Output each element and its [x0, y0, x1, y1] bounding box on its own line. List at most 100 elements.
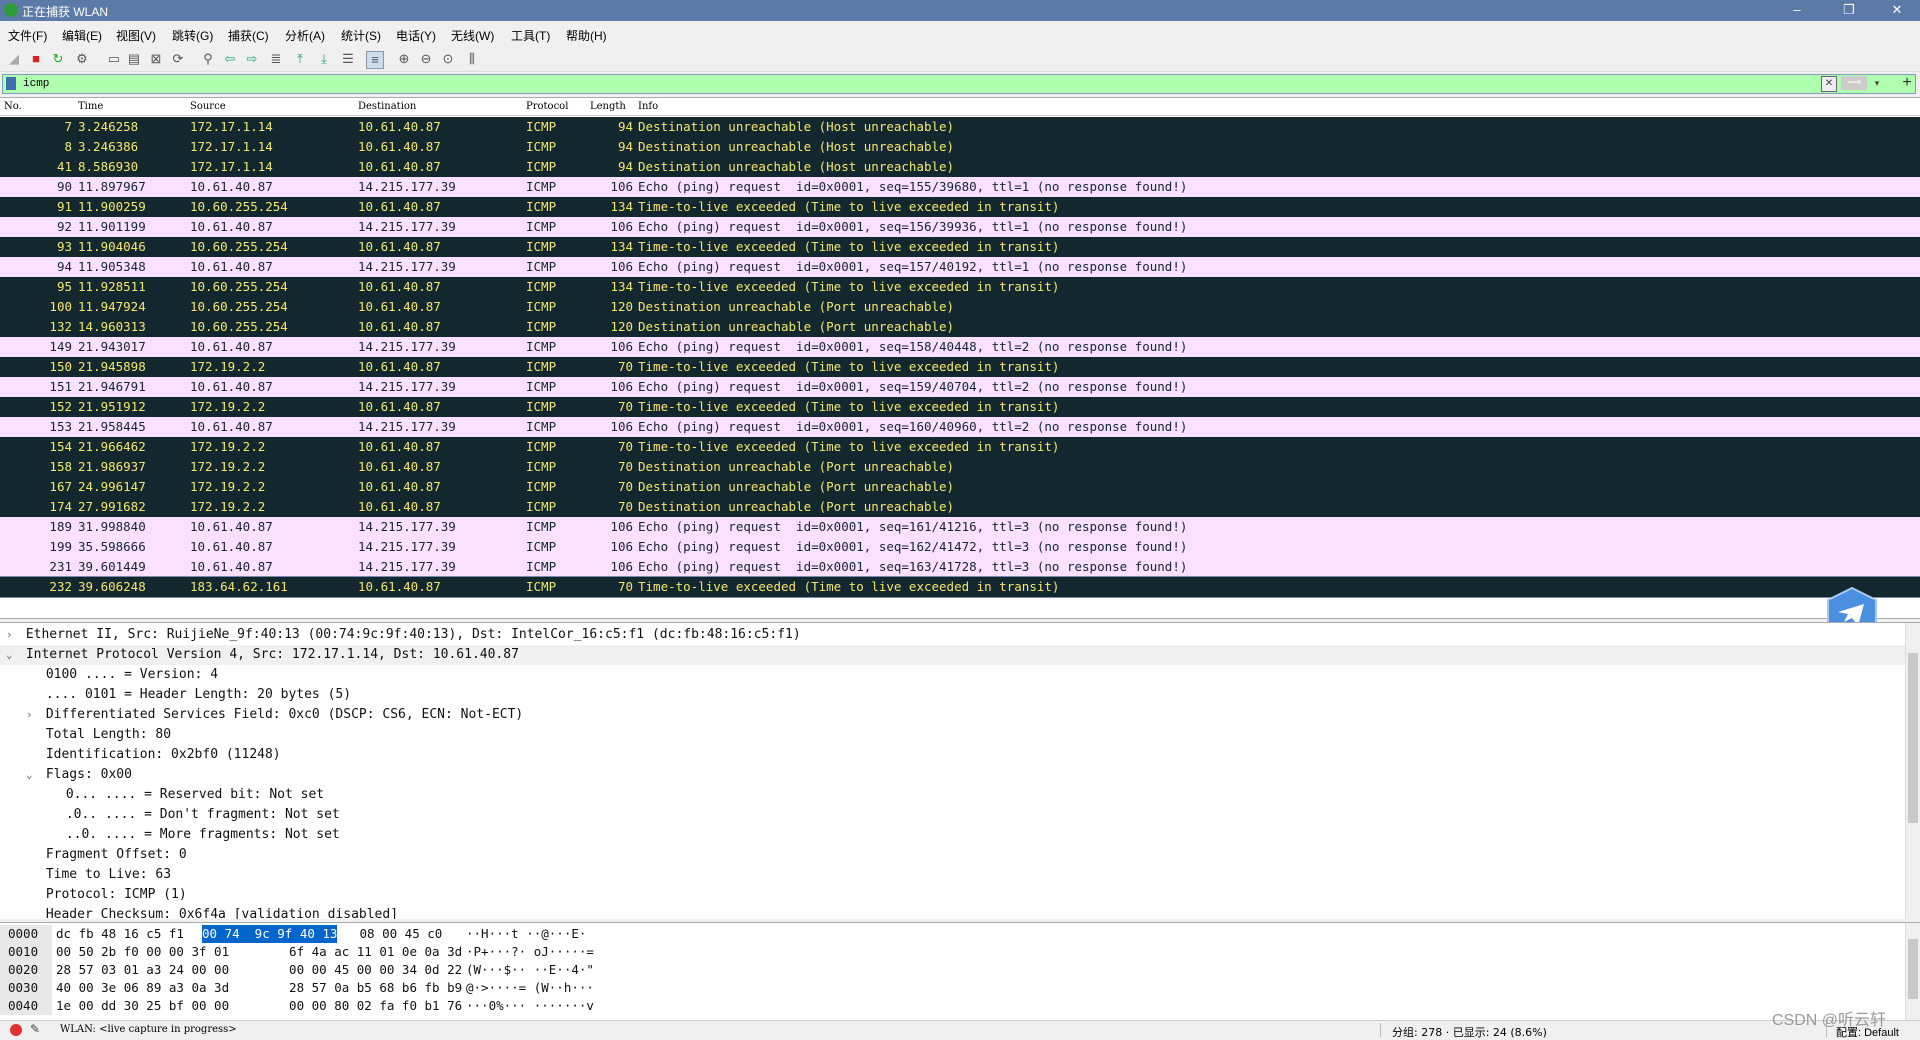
menu-tools[interactable]: 工具(T)	[511, 27, 550, 44]
find-packet-icon[interactable]: ⚲	[200, 51, 216, 67]
menu-capture[interactable]: 捕获(C)	[228, 27, 269, 44]
detail-tree-item[interactable]: Identification: 0x2bf0 (11248)	[0, 745, 281, 765]
detail-tree-item[interactable]: Total Length: 80	[0, 725, 171, 745]
menu-analyze[interactable]: 分析(A)	[285, 27, 325, 44]
column-header-protocol[interactable]: Protocol	[526, 101, 568, 112]
detail-tree-item[interactable]: ⌄ Internet Protocol Version 4, Src: 172.…	[0, 645, 1906, 665]
packet-row[interactable]: 132 14.960313 10.60.255.254 10.61.40.87 ICMP…	[0, 317, 1920, 337]
details-scrollbar[interactable]	[1905, 623, 1920, 919]
detail-tree-item[interactable]: › Ethernet II, Src: RuijieNe_9f:40:13 (0…	[0, 625, 801, 645]
detail-tree-item[interactable]: ⌄ Flags: 0x00	[0, 765, 132, 785]
packet-row[interactable]: 231 39.601449 10.61.40.87 14.215.177.39 ICMP…	[0, 557, 1920, 577]
shark-fin-icon[interactable]: ◢	[6, 51, 22, 67]
packet-row[interactable]: 41 8.586930 172.17.1.14 10.61.40.87 ICMP 94 De…	[0, 157, 1920, 177]
column-header-destination[interactable]: Destination	[358, 101, 416, 112]
resize-columns-icon[interactable]: ⫼	[464, 51, 480, 67]
packet-length: 70	[617, 579, 633, 594]
go-first-icon[interactable]: ⤒	[292, 51, 308, 67]
menu-help[interactable]: 帮助(H)	[566, 27, 607, 44]
auto-scroll-icon[interactable]: ☰	[340, 51, 356, 67]
add-filter-button-icon[interactable]: +	[1897, 73, 1917, 93]
detail-tree-item[interactable]: Fragment Offset: 0	[0, 845, 187, 865]
packet-row[interactable]: 93 11.904046 10.60.255.254 10.61.40.87 ICMP 1…	[0, 237, 1920, 257]
menu-statistics[interactable]: 统计(S)	[341, 27, 381, 44]
menu-telephony[interactable]: 电话(Y)	[396, 27, 436, 44]
expand-arrow-icon[interactable]: ›	[26, 705, 38, 725]
column-header-length[interactable]: Length	[590, 101, 626, 112]
packet-row[interactable]: 199 35.598666 10.61.40.87 14.215.177.39 ICMP…	[0, 537, 1920, 557]
edit-comment-icon[interactable]: ✎	[30, 1022, 40, 1036]
zoom-in-icon[interactable]: ⊕	[396, 51, 412, 67]
packet-row[interactable]: 189 31.998840 10.61.40.87 14.215.177.39 ICMP…	[0, 517, 1920, 537]
detail-tree-item[interactable]: 0100 .... = Version: 4	[0, 665, 218, 685]
column-header-info[interactable]: Info	[638, 101, 658, 112]
detail-tree-item[interactable]: Time to Live: 63	[0, 865, 171, 885]
packet-row[interactable]: 150 21.945898 172.19.2.2 10.61.40.87 ICMP 70 T…	[0, 357, 1920, 377]
packet-row[interactable]: 94 11.905348 10.61.40.87 14.215.177.39 ICMP 1…	[0, 257, 1920, 277]
packet-row[interactable]: 151 21.946791 10.61.40.87 14.215.177.39 ICMP…	[0, 377, 1920, 397]
menu-edit[interactable]: 编辑(E)	[62, 27, 102, 44]
column-header-source[interactable]: Source	[190, 101, 226, 112]
packet-row[interactable]: 92 11.901199 10.61.40.87 14.215.177.39 ICMP 1…	[0, 217, 1920, 237]
expand-arrow-icon[interactable]: ›	[6, 625, 18, 645]
capture-options-icon[interactable]: ⚙	[74, 51, 90, 67]
hex-row[interactable]: 0010 00 50 2b f0 00 00 3f 01 6f 4a ac 11 …	[0, 943, 1900, 961]
clear-filter-icon[interactable]: ✕	[1821, 76, 1837, 92]
packet-row[interactable]: 7 3.246258 172.17.1.14 10.61.40.87 ICMP 94 Des…	[0, 117, 1920, 137]
go-back-icon[interactable]: ⇦	[222, 51, 238, 67]
packet-row[interactable]: 152 21.951912 172.19.2.2 10.61.40.87 ICMP 70 T…	[0, 397, 1920, 417]
display-filter-input[interactable]	[23, 75, 1823, 92]
column-header-no[interactable]: No.	[4, 101, 22, 112]
hex-row[interactable]: 0040 1e 00 dd 30 25 bf 00 00 00 00 80 02 …	[0, 997, 1900, 1015]
menu-wireless[interactable]: 无线(W)	[451, 27, 494, 44]
packet-row[interactable]: 8 3.246386 172.17.1.14 10.61.40.87 ICMP 94 Des…	[0, 137, 1920, 157]
maximize-button[interactable]: ❐	[1826, 0, 1872, 21]
bytes-scrollbar[interactable]	[1905, 923, 1920, 1021]
detail-tree-item[interactable]: .... 0101 = Header Length: 20 bytes (5)	[0, 685, 351, 705]
detail-tree-item[interactable]: › Differentiated Services Field: 0xc0 (D…	[0, 705, 523, 725]
packet-row[interactable]: 232 39.606248 183.64.62.161 10.61.40.87 ICMP…	[0, 576, 1920, 598]
reload-icon[interactable]: ⟳	[170, 51, 186, 67]
packet-row[interactable]: 90 11.897967 10.61.40.87 14.215.177.39 ICMP 1…	[0, 177, 1920, 197]
detail-tree-item[interactable]: Header Checksum: 0x6f4a [validation disa…	[0, 905, 398, 919]
packet-row[interactable]: 158 21.986937 172.19.2.2 10.61.40.87 ICMP 70 D…	[0, 457, 1920, 477]
packet-row[interactable]: 154 21.966462 172.19.2.2 10.61.40.87 ICMP 70 T…	[0, 437, 1920, 457]
close-button[interactable]: ✕	[1874, 0, 1920, 21]
packet-row[interactable]: 153 21.958445 10.61.40.87 14.215.177.39 ICMP…	[0, 417, 1920, 437]
packet-row[interactable]: 167 24.996147 172.19.2.2 10.61.40.87 ICMP 70 D…	[0, 477, 1920, 497]
capture-status-icon[interactable]	[10, 1024, 22, 1036]
zoom-out-icon[interactable]: ⊖	[418, 51, 434, 67]
collapse-arrow-icon[interactable]: ⌄	[26, 765, 38, 785]
hex-row[interactable]: 0020 28 57 03 01 a3 24 00 00 00 00 45 00 …	[0, 961, 1900, 979]
packet-row[interactable]: 174 27.991682 172.19.2.2 10.61.40.87 ICMP 70 D…	[0, 497, 1920, 517]
packet-row[interactable]: 100 11.947924 10.60.255.254 10.61.40.87 ICMP…	[0, 297, 1920, 317]
go-last-icon[interactable]: ⤓	[316, 51, 332, 67]
menu-go[interactable]: 跳转(G)	[172, 27, 213, 44]
filter-history-dropdown-icon[interactable]: ▾	[1871, 76, 1883, 90]
packet-row[interactable]: 95 11.928511 10.60.255.254 10.61.40.87 ICMP 1…	[0, 277, 1920, 297]
open-file-icon[interactable]: ▭	[106, 51, 122, 67]
hex-row[interactable]: 0000 dc fb 48 16 c5 f1 00 74 9c 9f 40 13 …	[0, 925, 1900, 943]
go-forward-icon[interactable]: ⇨	[244, 51, 260, 67]
minimize-button[interactable]: –	[1774, 0, 1820, 21]
bookmark-icon[interactable]	[6, 77, 16, 90]
apply-filter-icon[interactable]: ⟶	[1841, 76, 1867, 90]
detail-tree-item[interactable]: ..0. .... = More fragments: Not set	[0, 825, 340, 845]
detail-tree-item[interactable]: Protocol: ICMP (1)	[0, 885, 187, 905]
column-header-time[interactable]: Time	[78, 101, 103, 112]
menu-file[interactable]: 文件(F)	[8, 27, 47, 44]
restart-capture-icon[interactable]: ↻	[50, 51, 66, 67]
save-file-icon[interactable]: ▤	[126, 51, 142, 67]
hex-row[interactable]: 0030 40 00 3e 06 89 a3 0a 3d 28 57 0a b5 …	[0, 979, 1900, 997]
detail-tree-item[interactable]: .0.. .... = Don't fragment: Not set	[0, 805, 340, 825]
close-file-icon[interactable]: ⊠	[148, 51, 164, 67]
detail-tree-item[interactable]: 0... .... = Reserved bit: Not set	[0, 785, 324, 805]
menu-view[interactable]: 视图(V)	[116, 27, 156, 44]
go-to-packet-icon[interactable]: ≣	[268, 51, 284, 67]
collapse-arrow-icon[interactable]: ⌄	[6, 645, 18, 665]
packet-row[interactable]: 91 11.900259 10.60.255.254 10.61.40.87 ICMP 1…	[0, 197, 1920, 217]
colorize-icon[interactable]: ≡	[366, 51, 384, 69]
stop-capture-icon[interactable]: ■	[28, 51, 44, 67]
normal-size-icon[interactable]: ⊙	[440, 51, 456, 67]
packet-row[interactable]: 149 21.943017 10.61.40.87 14.215.177.39 ICMP…	[0, 337, 1920, 357]
